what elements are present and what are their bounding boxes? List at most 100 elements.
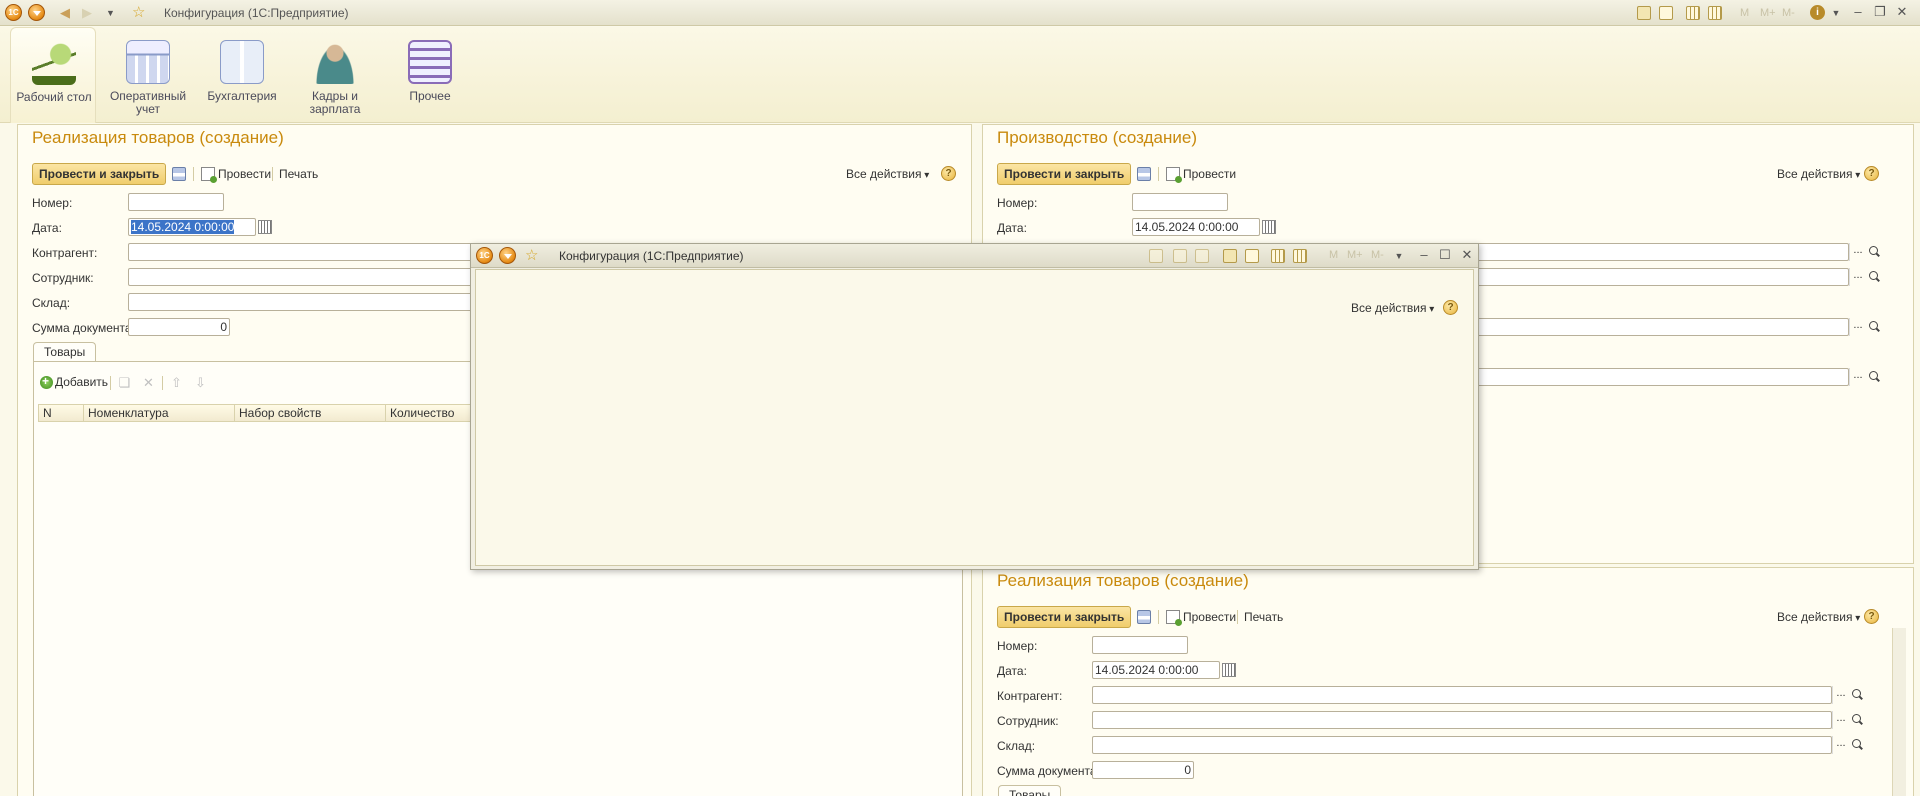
post-and-close-button[interactable]: Провести и закрыть — [997, 606, 1132, 628]
section-hr[interactable]: Кадры и зарплата — [292, 27, 378, 123]
help-icon[interactable]: ? — [1864, 166, 1879, 181]
close-icon[interactable]: ✕ — [1894, 4, 1910, 20]
column-header-properties[interactable]: Набор свойств — [235, 405, 386, 422]
select-button[interactable]: ... — [1832, 686, 1849, 704]
add-to-favorites-icon[interactable] — [1637, 6, 1651, 20]
calendar-picker-icon[interactable] — [258, 220, 272, 234]
section-other[interactable]: Прочее — [387, 27, 473, 123]
post-icon[interactable] — [1166, 610, 1182, 626]
search-icon[interactable] — [1849, 736, 1865, 754]
history-dropdown-icon[interactable]: ▼ — [106, 8, 115, 18]
add-to-favorites-icon[interactable] — [1223, 249, 1237, 263]
minimize-icon[interactable]: – — [1850, 4, 1866, 19]
section-accounting[interactable]: Бухгалтерия — [199, 27, 285, 123]
move-up-icon[interactable]: ⇧ — [170, 376, 183, 389]
delete-icon[interactable]: ✕ — [142, 376, 155, 389]
warehouse-field[interactable] — [128, 293, 508, 311]
all-actions-menu[interactable]: Все действия — [1351, 301, 1434, 315]
calculator-icon[interactable] — [1271, 249, 1285, 263]
calendar-icon[interactable] — [1708, 6, 1722, 20]
favorites-star-icon[interactable]: ☆ — [132, 3, 145, 21]
close-icon[interactable]: ✕ — [1459, 247, 1475, 263]
counterparty-field[interactable] — [1473, 243, 1849, 261]
save-icon[interactable] — [172, 167, 186, 181]
all-actions-menu[interactable]: Все действия — [1777, 167, 1860, 181]
all-actions-menu[interactable]: Все действия — [846, 167, 929, 181]
date-field[interactable]: 14.05.2024 0:00:00 — [1092, 661, 1220, 679]
calendar-picker-icon[interactable] — [1262, 220, 1276, 234]
memory-mplus-label[interactable]: M+ — [1760, 7, 1776, 19]
tab-goods[interactable]: Товары — [33, 342, 97, 362]
memory-m-label[interactable]: M — [1740, 7, 1749, 19]
search-icon[interactable] — [1866, 368, 1882, 386]
copy-icon[interactable]: ❏ — [118, 376, 131, 389]
counterparty-field[interactable] — [1092, 686, 1832, 704]
search-icon[interactable] — [1849, 686, 1865, 704]
sum-field[interactable]: 0 — [1092, 761, 1194, 779]
sum-field[interactable]: 0 — [128, 318, 230, 336]
scrollbar[interactable] — [1892, 628, 1906, 796]
post-and-close-button[interactable]: Провести и закрыть — [997, 163, 1132, 185]
select-button[interactable]: ... — [1849, 268, 1866, 286]
memory-m-label[interactable]: M — [1329, 249, 1338, 261]
all-actions-menu[interactable]: Все действия — [1777, 610, 1860, 624]
main-menu-icon[interactable] — [28, 4, 45, 21]
help-icon[interactable]: ? — [1443, 300, 1458, 315]
print-button[interactable]: Печать — [279, 167, 318, 181]
calculator-icon[interactable] — [1686, 6, 1700, 20]
search-icon[interactable] — [1866, 268, 1882, 286]
column-header-nomenclature[interactable]: Номенклатура — [84, 405, 235, 422]
maximize-icon[interactable]: ☐ — [1437, 247, 1453, 263]
print-button[interactable]: Печать — [1244, 610, 1283, 624]
column-header-n[interactable]: N — [39, 405, 84, 422]
employee-field[interactable] — [1092, 711, 1832, 729]
warehouse-field[interactable] — [1092, 736, 1832, 754]
help-icon[interactable]: ? — [1864, 609, 1879, 624]
post-button[interactable]: Провести — [1183, 610, 1236, 624]
minimize-icon[interactable]: – — [1416, 247, 1432, 262]
employee-field[interactable] — [1473, 268, 1849, 286]
select-button[interactable]: ... — [1849, 318, 1866, 336]
warehouse-field[interactable] — [1473, 318, 1849, 336]
restore-icon[interactable]: ❐ — [1872, 4, 1888, 20]
section-operational[interactable]: Оперативный учет — [105, 27, 191, 123]
memory-mminus-label[interactable]: M- — [1371, 249, 1384, 261]
section-desktop[interactable]: Рабочий стол — [10, 27, 96, 123]
select-button[interactable]: ... — [1849, 243, 1866, 261]
date-field[interactable]: 14.05.2024 0:00:00 — [1132, 218, 1260, 236]
employee-field[interactable] — [128, 268, 508, 286]
floating-window-titlebar[interactable]: 1C ☆ Конфигурация (1С:Предприятие) M M+ … — [471, 244, 1478, 268]
number-field[interactable] — [1092, 636, 1188, 654]
favorites-star-icon[interactable]: ☆ — [525, 246, 538, 264]
add-button[interactable]: Добавить — [55, 375, 108, 389]
move-down-icon[interactable]: ⇩ — [194, 376, 207, 389]
search-icon[interactable] — [1849, 711, 1865, 729]
tab-goods[interactable]: Товары — [998, 785, 1062, 796]
calendar-icon[interactable] — [1293, 249, 1307, 263]
back-arrow-icon[interactable]: ◀ — [60, 5, 70, 21]
window-menu-icon[interactable] — [499, 247, 516, 264]
select-button[interactable]: ... — [1849, 368, 1866, 386]
post-icon[interactable] — [1166, 167, 1182, 183]
post-button[interactable]: Провести — [218, 167, 271, 181]
toolbar-dropdown-icon[interactable]: ▼ — [1391, 251, 1407, 261]
app-logo-icon[interactable]: 1C — [476, 247, 493, 264]
memory-mminus-label[interactable]: M- — [1782, 7, 1795, 19]
add-icon[interactable] — [40, 374, 53, 389]
forward-arrow-icon[interactable]: ▶ — [82, 5, 92, 21]
info-icon[interactable]: i — [1810, 5, 1825, 20]
post-and-close-button[interactable]: Провести и закрыть — [32, 163, 167, 185]
preview-icon[interactable] — [1195, 249, 1209, 263]
save-icon[interactable] — [1137, 167, 1151, 181]
calendar-picker-icon[interactable] — [1222, 663, 1236, 677]
post-button[interactable]: Провести — [1183, 167, 1236, 181]
save-icon[interactable] — [1149, 249, 1163, 263]
search-icon[interactable] — [1866, 243, 1882, 261]
memory-mplus-label[interactable]: M+ — [1347, 249, 1363, 261]
post-icon[interactable] — [201, 167, 217, 183]
save-icon[interactable] — [1137, 610, 1151, 624]
number-field[interactable] — [1132, 193, 1228, 211]
select-button[interactable]: ... — [1832, 736, 1849, 754]
print-icon[interactable] — [1173, 249, 1187, 263]
help-icon[interactable]: ? — [941, 166, 956, 181]
